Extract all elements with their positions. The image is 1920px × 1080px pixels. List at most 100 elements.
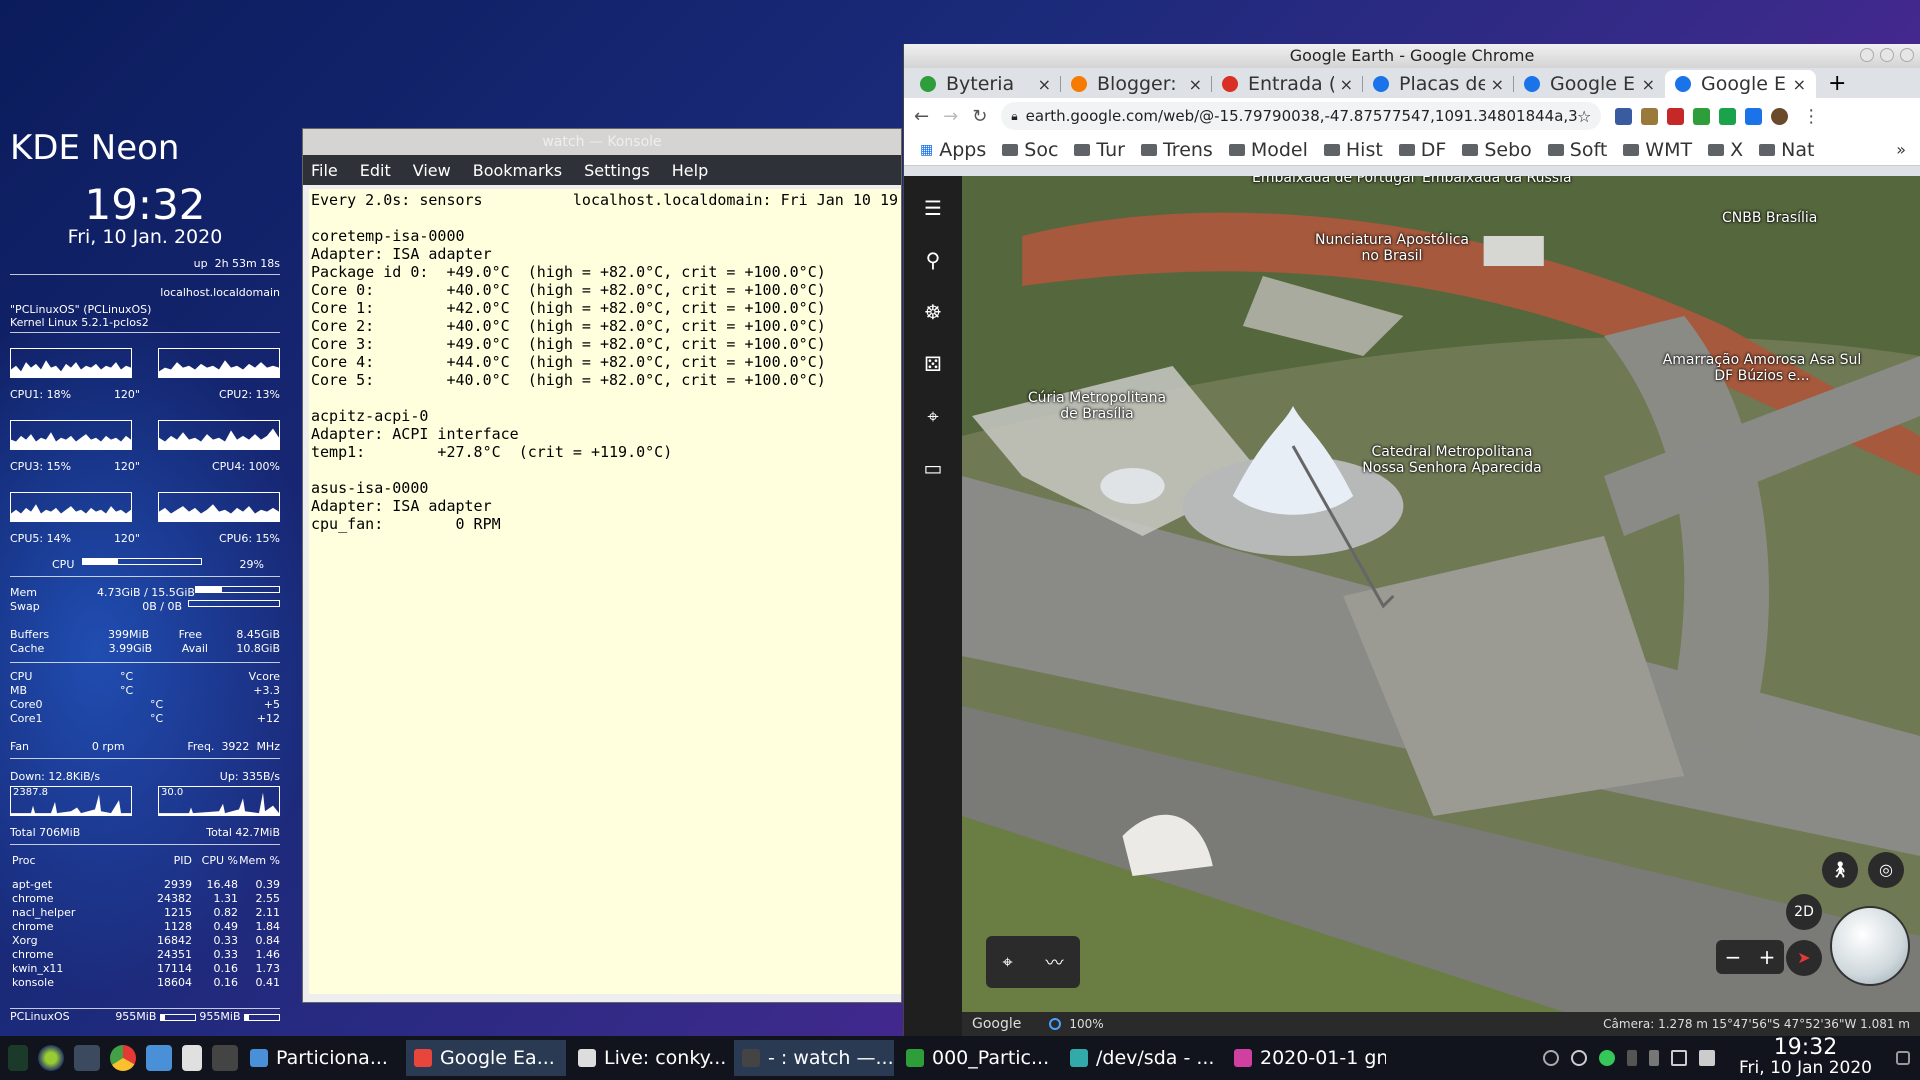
extension-icon[interactable] bbox=[1615, 107, 1633, 125]
profile-avatar[interactable] bbox=[1771, 107, 1789, 125]
my-location-icon[interactable]: ◎ bbox=[1868, 852, 1904, 888]
close-tab-icon[interactable]: × bbox=[1491, 75, 1504, 94]
extension-icon[interactable] bbox=[1745, 107, 1763, 125]
chrome-titlebar[interactable]: Google Earth - Google Chrome bbox=[904, 44, 1920, 68]
address-bar[interactable]: 🔒︎ earth.google.com/web/@-15.79790038,-47… bbox=[1001, 102, 1602, 130]
reload-icon[interactable]: ↻ bbox=[972, 106, 987, 127]
menu-bookmarks[interactable]: Bookmarks bbox=[473, 161, 562, 180]
zoom-out-button[interactable]: − bbox=[1725, 945, 1742, 969]
close-tab-icon[interactable]: × bbox=[1793, 75, 1806, 94]
hamburger-menu-icon[interactable]: ☰ bbox=[921, 196, 945, 220]
close-tab-icon[interactable]: × bbox=[1642, 75, 1655, 94]
menu-settings[interactable]: Settings bbox=[584, 161, 650, 180]
maximize-button[interactable] bbox=[1880, 48, 1894, 62]
extension-icon[interactable] bbox=[1641, 107, 1659, 125]
info-icon[interactable] bbox=[1543, 1050, 1560, 1066]
bookmark-folder[interactable]: Soft bbox=[1547, 139, 1607, 161]
text-editor-icon[interactable] bbox=[182, 1045, 202, 1071]
tab-blogger[interactable]: Blogger: B× bbox=[1061, 70, 1212, 98]
close-window-button[interactable] bbox=[1900, 48, 1914, 62]
tab-google-earth-1[interactable]: Google Ea× bbox=[1514, 70, 1665, 98]
voyager-wheel-icon[interactable]: ☸ bbox=[921, 300, 945, 324]
tab-google-earth-2[interactable]: Google Ea× bbox=[1665, 70, 1816, 98]
task-partic-doc[interactable]: 000_Partic... bbox=[898, 1040, 1058, 1076]
bookmark-folder[interactable]: Soc bbox=[1002, 139, 1058, 161]
menu-kebab-icon[interactable]: ⋮ bbox=[1802, 106, 1820, 127]
share-icon[interactable] bbox=[1719, 107, 1737, 125]
task-watch-konsole[interactable]: - : watch —... bbox=[734, 1040, 894, 1076]
task-dev-sda[interactable]: /dev/sda - ... bbox=[1062, 1040, 1222, 1076]
toggle-2d-button[interactable]: 2D bbox=[1786, 894, 1822, 930]
bookmark-folder[interactable]: X bbox=[1708, 139, 1743, 161]
volume-icon[interactable] bbox=[1699, 1050, 1716, 1066]
terminal-output[interactable]: Every 2.0s: sensors localhost.localdomai… bbox=[309, 189, 901, 994]
ruler-icon[interactable]: ▭ bbox=[921, 456, 945, 480]
bookmark-folder[interactable]: DF bbox=[1398, 139, 1446, 161]
chrome-window[interactable]: Google Earth - Google Chrome Byteria × Bl… bbox=[903, 44, 1920, 1036]
satellite-3d-view[interactable]: Embaixada de Portugal Embaixada da Rússi… bbox=[962, 176, 1920, 1012]
konsole-window[interactable]: watch — Konsole File Edit View Bookmarks… bbox=[302, 128, 902, 1003]
map-label[interactable]: Cúria Metropolitana de Brasília bbox=[1022, 390, 1172, 422]
file-manager-icon[interactable] bbox=[146, 1045, 172, 1071]
record-icon[interactable] bbox=[1571, 1050, 1588, 1066]
close-tab-icon[interactable]: × bbox=[1038, 75, 1051, 94]
extension-icon[interactable] bbox=[1693, 107, 1711, 125]
minimize-button[interactable] bbox=[1860, 48, 1874, 62]
desktop-settings-icon[interactable] bbox=[1896, 1051, 1910, 1065]
close-tab-icon[interactable]: × bbox=[1189, 75, 1202, 94]
compass-icon[interactable]: ➤ bbox=[1786, 940, 1822, 976]
map-label[interactable]: Nunciatura Apostólica no Brasil bbox=[1312, 232, 1472, 264]
tab-byteria[interactable]: Byteria × bbox=[910, 70, 1061, 98]
update-check-icon[interactable] bbox=[1599, 1050, 1616, 1066]
pegman-icon[interactable]: 🚶︎ bbox=[1822, 852, 1858, 888]
task-screenshot[interactable]: 2020-01-1 gnome-scr... bbox=[1226, 1040, 1386, 1076]
extension-icon[interactable] bbox=[1667, 107, 1685, 125]
menu-help[interactable]: Help bbox=[672, 161, 708, 180]
taskbar-clock[interactable]: 19:32 Fri, 10 Jan 2020 bbox=[1739, 1037, 1872, 1079]
network-icon[interactable] bbox=[1671, 1050, 1688, 1066]
menu-edit[interactable]: Edit bbox=[360, 161, 391, 180]
pclinuxos-menu-icon[interactable] bbox=[38, 1045, 64, 1071]
bluetooth-icon[interactable] bbox=[1627, 1050, 1638, 1066]
bookmark-folder[interactable]: Sebo bbox=[1462, 139, 1532, 161]
usb-icon[interactable] bbox=[1649, 1050, 1660, 1066]
task-conky[interactable]: Live: conky... bbox=[570, 1040, 730, 1076]
map-label[interactable]: CNBB Brasília bbox=[1722, 210, 1817, 226]
zoom-in-button[interactable]: + bbox=[1759, 945, 1776, 969]
star-icon[interactable]: ☆ bbox=[1577, 107, 1591, 126]
map-label[interactable]: Embaixada de Portugal bbox=[1252, 176, 1415, 186]
feeling-lucky-dice-icon[interactable]: ⚄ bbox=[921, 352, 945, 376]
forward-icon[interactable]: → bbox=[943, 106, 958, 127]
map-label[interactable]: Amarração Amorosa Asa Sul DF Búzios e... bbox=[1662, 352, 1862, 384]
menu-file[interactable]: File bbox=[311, 161, 338, 180]
place-pin-icon[interactable]: ⌖ bbox=[1002, 952, 1012, 973]
bookmark-folder[interactable]: Trens bbox=[1140, 139, 1213, 161]
map-label[interactable]: Catedral Metropolitana Nossa Senhora Apa… bbox=[1362, 444, 1542, 476]
new-tab-button[interactable]: + bbox=[1828, 71, 1846, 96]
back-icon[interactable]: ← bbox=[914, 106, 929, 127]
search-icon[interactable]: ⚲ bbox=[921, 248, 945, 272]
terminal-icon[interactable] bbox=[212, 1045, 238, 1071]
globe-overview-icon[interactable] bbox=[1830, 906, 1910, 986]
bookmark-folder[interactable]: Tur bbox=[1074, 139, 1125, 161]
task-particiona[interactable]: Particiona... bbox=[242, 1040, 402, 1076]
more-bookmarks-icon[interactable]: » bbox=[1896, 140, 1906, 159]
menu-view[interactable]: View bbox=[413, 161, 451, 180]
google-earth-app[interactable]: ☰ ⚲ ☸ ⚄ ⌖ ▭ Embaixada de Portugal Embaix… bbox=[904, 176, 1920, 1036]
app-menu-icon[interactable] bbox=[8, 1045, 28, 1071]
task-google-earth[interactable]: Google Ea... bbox=[406, 1040, 566, 1076]
projects-pin-icon[interactable]: ⌖ bbox=[921, 404, 945, 428]
chrome-icon[interactable] bbox=[110, 1045, 136, 1071]
bookmark-folder[interactable]: Nat bbox=[1759, 139, 1814, 161]
path-icon[interactable]: 〰 bbox=[1046, 949, 1064, 975]
bookmark-folder[interactable]: Model bbox=[1228, 139, 1308, 161]
map-label[interactable]: Embaixada da Rússia bbox=[1422, 176, 1572, 186]
tab-placas[interactable]: Placas de × bbox=[1363, 70, 1514, 98]
settings-icon[interactable] bbox=[74, 1045, 100, 1071]
bookmark-folder[interactable]: Hist bbox=[1323, 139, 1383, 161]
tab-gmail[interactable]: Entrada (8× bbox=[1212, 70, 1363, 98]
bookmark-folder[interactable]: WMT bbox=[1623, 139, 1692, 161]
konsole-titlebar[interactable]: watch — Konsole bbox=[303, 129, 901, 155]
close-tab-icon[interactable]: × bbox=[1340, 75, 1353, 94]
bookmark-apps[interactable]: ▦ Apps bbox=[920, 139, 986, 161]
